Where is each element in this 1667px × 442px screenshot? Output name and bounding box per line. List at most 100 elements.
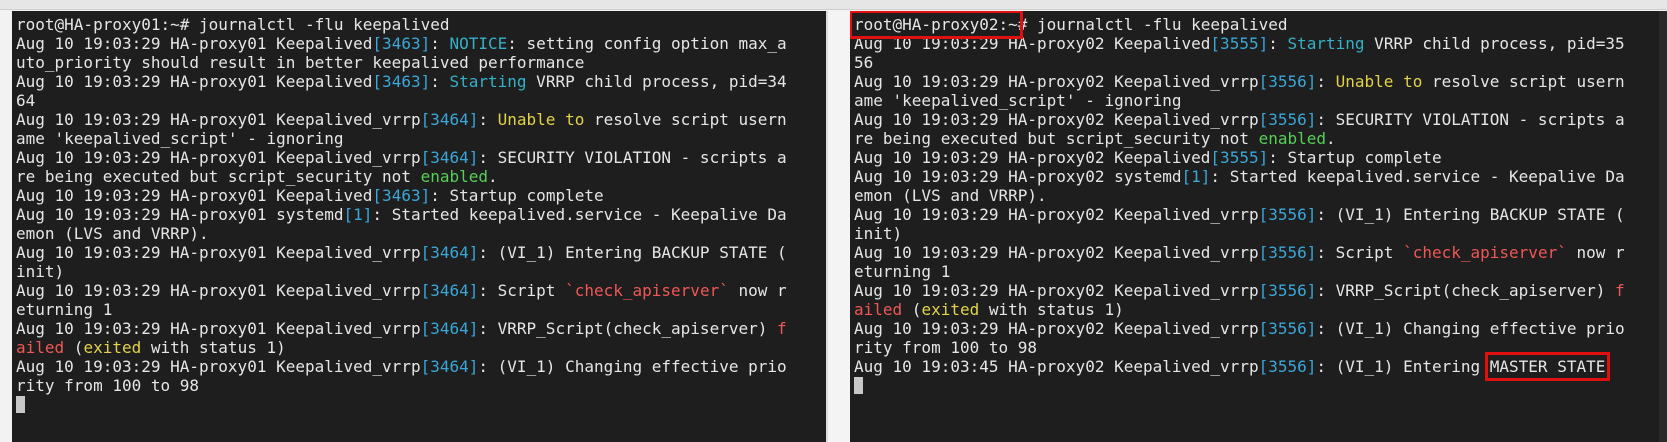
log-text: with status 1): [141, 338, 286, 357]
log-text: (VI_1) Entering: [1335, 357, 1490, 376]
log-notice: NOTICE: [449, 34, 508, 53]
log-text: uto_priority should result in better kee…: [16, 53, 585, 72]
command-line: root@HA-proxy02:~# journalctl -flu keepa…: [850, 11, 1659, 39]
log-sep: :: [478, 281, 498, 300]
log-line: Aug 10 19:03:29 HA-proxy01 Keepalived_vr…: [16, 148, 818, 167]
log-line: Aug 10 19:03:29 HA-proxy02 Keepalived_vr…: [854, 72, 1659, 91]
log-sep: :: [430, 186, 450, 205]
log-line: Aug 10 19:03:29 HA-proxy01 Keepalived_vr…: [16, 357, 818, 376]
log-pid: [3464]: [420, 281, 479, 300]
log-text: VRRP_Script(check_apiserver): [497, 319, 777, 338]
log-exited: exited: [921, 300, 980, 319]
log-sep: :: [478, 243, 498, 262]
log-sep: :: [1268, 148, 1288, 167]
log-keyword: Starting: [449, 72, 527, 91]
shell-prompt: root@HA-proxy02:~: [850, 11, 1023, 39]
log-prefix: Aug 10 19:03:29 HA-proxy02 Keepalived_vr…: [854, 72, 1259, 91]
shell-prompt-tail: #: [1017, 15, 1028, 34]
log-failed: f: [1615, 281, 1625, 300]
log-line: 64: [16, 91, 818, 110]
log-pid: [3464]: [420, 243, 479, 262]
log-pid: [3556]: [1258, 319, 1317, 338]
log-pid: [3464]: [420, 110, 479, 129]
log-text: ame 'keepalived_script' - ignoring: [16, 129, 344, 148]
log-pid: [3556]: [1258, 281, 1317, 300]
log-line: Aug 10 19:03:29 HA-proxy02 Keepalived_vr…: [854, 281, 1659, 300]
log-line: emon (LVS and VRRP).: [854, 186, 1659, 205]
log-text: Started keepalived.service - Keepalive D…: [391, 205, 787, 224]
log-prefix: Aug 10 19:03:29 HA-proxy01 Keepalived: [16, 72, 373, 91]
log-text: with status 1): [979, 300, 1124, 319]
log-line: re being executed but script_security no…: [16, 167, 818, 186]
log-prefix: Aug 10 19:03:29 HA-proxy02 Keepalived_vr…: [854, 281, 1259, 300]
log-pid: [3463]: [372, 34, 431, 53]
divider-bar: [826, 11, 828, 442]
log-text: emon (LVS and VRRP).: [854, 186, 1047, 205]
terminal-output: root@HA-proxy02:~# journalctl -flu keepa…: [850, 11, 1659, 395]
log-prefix: Aug 10 19:03:29 HA-proxy02 Keepalived: [854, 148, 1211, 167]
log-prefix: Aug 10 19:03:29 HA-proxy01 Keepalived_vr…: [16, 281, 421, 300]
log-text: .: [488, 167, 498, 186]
log-sep: :: [372, 205, 392, 224]
log-sep: :: [1316, 243, 1336, 262]
log-line: Aug 10 19:03:29 HA-proxy01 Keepalived_vr…: [16, 110, 818, 129]
terminal-right-haproxy02[interactable]: root@HA-proxy02:~# journalctl -flu keepa…: [850, 11, 1667, 442]
log-pid: [3556]: [1258, 110, 1317, 129]
log-sep: :: [1316, 357, 1336, 376]
log-prefix: Aug 10 19:03:29 HA-proxy01 Keepalived: [16, 34, 373, 53]
log-text: now r: [728, 281, 787, 300]
log-text: Startup complete: [449, 186, 604, 205]
log-text: (VI_1) Changing effective prio: [1335, 319, 1625, 338]
scrollbar[interactable]: [1659, 11, 1667, 442]
log-sep: :: [1316, 281, 1336, 300]
log-sep: :: [478, 110, 498, 129]
log-sep: :: [1268, 34, 1288, 53]
log-line: ailed (exited with status 1): [854, 300, 1659, 319]
log-line: init): [16, 262, 818, 281]
log-line: Aug 10 19:03:29 HA-proxy01 systemd[1]: S…: [16, 205, 818, 224]
window-top-strip: [0, 0, 1667, 10]
log-pid: [3555]: [1210, 148, 1269, 167]
log-line: Aug 10 19:03:29 HA-proxy01 Keepalived_vr…: [16, 281, 818, 300]
log-line: Aug 10 19:03:29 HA-proxy02 Keepalived_vr…: [854, 319, 1659, 338]
log-line: Aug 10 19:03:29 HA-proxy02 Keepalived_vr…: [854, 243, 1659, 262]
log-pid: [1]: [343, 205, 373, 224]
log-text: VRRP child process, pid=35: [1364, 34, 1625, 53]
log-line: Aug 10 19:03:29 HA-proxy01 Keepalived[34…: [16, 72, 818, 91]
log-prefix: Aug 10 19:03:29 HA-proxy01 Keepalived_vr…: [16, 357, 421, 376]
log-line: Aug 10 19:03:29 HA-proxy01 Keepalived_vr…: [16, 319, 818, 338]
log-text: rity from 100 to 98: [16, 376, 200, 395]
log-text: resolve script usern: [1422, 72, 1625, 91]
shell-prompt: root@HA-proxy01:~#: [16, 15, 190, 34]
log-pid: [1]: [1181, 167, 1211, 186]
log-prefix: Aug 10 19:03:29 HA-proxy01 Keepalived: [16, 186, 373, 205]
log-text: Started keepalived.service - Keepalive D…: [1229, 167, 1625, 186]
log-text: (: [64, 338, 84, 357]
log-line: eturning 1: [16, 300, 818, 319]
log-text: eturning 1: [854, 262, 951, 281]
terminal-left-haproxy01[interactable]: root@HA-proxy01:~# journalctl -flu keepa…: [12, 11, 826, 442]
log-prefix: Aug 10 19:03:29 HA-proxy01 systemd: [16, 205, 344, 224]
log-pid: [3555]: [1210, 34, 1269, 53]
log-pid: [3556]: [1258, 357, 1317, 376]
log-text: (VI_1) Entering BACKUP STATE (: [497, 243, 787, 262]
log-prefix: Aug 10 19:03:29 HA-proxy02 Keepalived_vr…: [854, 110, 1259, 129]
log-text: rity from 100 to 98: [854, 338, 1038, 357]
log-text: ame 'keepalived_script' - ignoring: [854, 91, 1182, 110]
log-text: : setting config option max_a: [507, 34, 787, 53]
log-text: .: [1326, 129, 1336, 148]
log-sep: :: [1316, 72, 1336, 91]
pane-divider[interactable]: [826, 11, 850, 442]
log-line: Aug 10 19:03:29 HA-proxy02 Keepalived_vr…: [854, 205, 1659, 224]
log-line: Aug 10 19:03:29 HA-proxy02 Keepalived_vr…: [854, 110, 1659, 129]
log-pid: [3556]: [1258, 243, 1317, 262]
log-pid: [3464]: [420, 319, 479, 338]
log-line: rity from 100 to 98: [854, 338, 1659, 357]
log-enabled: enabled: [420, 167, 489, 186]
log-prefix: Aug 10 19:03:29 HA-proxy02 Keepalived_vr…: [854, 243, 1259, 262]
log-text: VRRP child process, pid=34: [526, 72, 787, 91]
log-text: Script: [497, 281, 566, 300]
log-sep: :: [1316, 205, 1336, 224]
log-line: ame 'keepalived_script' - ignoring: [16, 129, 818, 148]
log-failed: f: [777, 319, 787, 338]
